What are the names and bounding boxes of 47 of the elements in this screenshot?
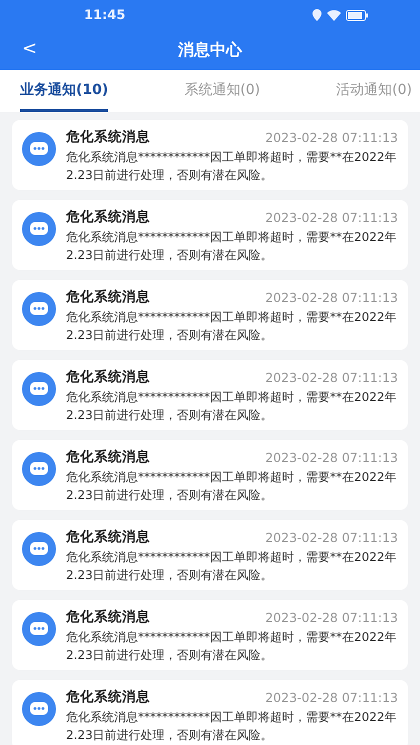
message-body: 危化系统消息************因工单即将超时，需要**在2022年2.23日前进行处理，否则有潜在风险。 <box>66 549 398 584</box>
message-time: 2023-02-28 07:11:13 <box>265 210 398 224</box>
battery-icon <box>346 10 368 20</box>
message-title: 危化系统消息 <box>66 448 150 466</box>
message-time: 2023-02-28 07:11:13 <box>265 290 398 304</box>
message-card[interactable]: 危化系统消息 2023-02-28 07:11:13 危化系统消息************因工单即将超时，需要**在2022年2.23日前进行处理，否则有潜在风险。 <box>12 280 408 350</box>
message-card[interactable]: 危化系统消息 2023-02-28 07:11:13 危化系统消息************因工单即将超时，需要**在2022年2.23日前进行处理，否则有潜在风险。 <box>12 360 408 430</box>
message-body: 危化系统消息************因工单即将超时，需要**在2022年2.23日前进行处理，否则有潜在风险。 <box>66 709 398 744</box>
message-title: 危化系统消息 <box>66 368 150 386</box>
message-card[interactable]: 危化系统消息 2023-02-28 07:11:13 危化系统消息************因工单即将超时，需要**在2022年2.23日前进行处理，否则有潜在风险。 <box>12 520 408 590</box>
message-card[interactable]: 危化系统消息 2023-02-28 07:11:13 危化系统消息************因工单即将超时，需要**在2022年2.23日前进行处理，否则有潜在风险。 <box>12 120 408 190</box>
message-body: 危化系统消息************因工单即将超时，需要**在2022年2.23日前进行处理，否则有潜在风险。 <box>66 389 398 424</box>
wifi-icon <box>327 10 341 20</box>
message-card[interactable]: 危化系统消息 2023-02-28 07:11:13 危化系统消息************因工单即将超时，需要**在2022年2.23日前进行处理，否则有潜在风险。 <box>12 200 408 270</box>
message-body: 危化系统消息************因工单即将超时，需要**在2022年2.23日前进行处理，否则有潜在风险。 <box>66 629 398 664</box>
message-card[interactable]: 危化系统消息 2023-02-28 07:11:13 危化系统消息************因工单即将超时，需要**在2022年2.23日前进行处理，否则有潜在风险。 <box>12 680 408 745</box>
chat-icon <box>22 532 56 566</box>
message-time: 2023-02-28 07:11:13 <box>265 610 398 624</box>
message-title: 危化系统消息 <box>66 208 150 226</box>
message-title: 危化系统消息 <box>66 688 150 706</box>
message-title: 危化系统消息 <box>66 288 150 306</box>
message-card[interactable]: 危化系统消息 2023-02-28 07:11:13 危化系统消息************因工单即将超时，需要**在2022年2.23日前进行处理，否则有潜在风险。 <box>12 600 408 670</box>
chat-icon <box>22 372 56 406</box>
tab[interactable]: 业务通知(10) <box>20 70 108 112</box>
message-body: 危化系统消息************因工单即将超时，需要**在2022年2.23日前进行处理，否则有潜在风险。 <box>66 309 398 344</box>
chat-icon <box>22 212 56 246</box>
location-icon <box>312 9 322 21</box>
message-body: 危化系统消息************因工单即将超时，需要**在2022年2.23日前进行处理，否则有潜在风险。 <box>66 229 398 264</box>
message-time: 2023-02-28 07:11:13 <box>265 450 398 464</box>
message-time: 2023-02-28 07:11:13 <box>265 690 398 704</box>
chat-icon <box>22 292 56 326</box>
message-title: 危化系统消息 <box>66 608 150 626</box>
page-title: 消息中心 <box>178 40 242 60</box>
message-card[interactable]: 危化系统消息 2023-02-28 07:11:13 危化系统消息************因工单即将超时，需要**在2022年2.23日前进行处理，否则有潜在风险。 <box>12 440 408 510</box>
status-time: 11:45 <box>84 8 126 22</box>
message-title: 危化系统消息 <box>66 128 150 146</box>
message-title: 危化系统消息 <box>66 528 150 546</box>
message-body: 危化系统消息************因工单即将超时，需要**在2022年2.23日前进行处理，否则有潜在风险。 <box>66 469 398 504</box>
message-time: 2023-02-28 07:11:13 <box>265 370 398 384</box>
chat-icon <box>22 612 56 646</box>
chat-icon <box>22 132 56 166</box>
message-time: 2023-02-28 07:11:13 <box>265 530 398 544</box>
message-time: 2023-02-28 07:11:13 <box>265 130 398 144</box>
back-button[interactable]: < <box>14 36 46 61</box>
chat-icon <box>22 692 56 726</box>
message-body: 危化系统消息************因工单即将超时，需要**在2022年2.23日前进行处理，否则有潜在风险。 <box>66 149 398 184</box>
chat-icon <box>22 452 56 486</box>
